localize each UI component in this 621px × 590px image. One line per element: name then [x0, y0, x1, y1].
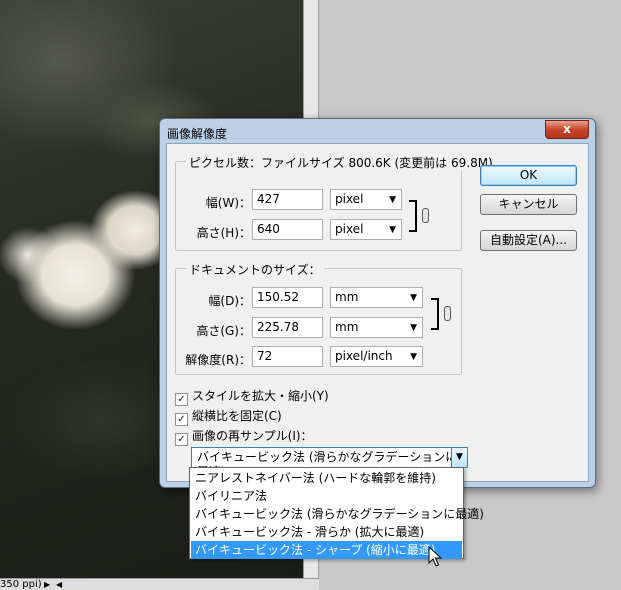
- status-bar-text: 350 ppi): [0, 579, 42, 590]
- resample-checkbox[interactable]: ✓: [175, 433, 188, 446]
- pixel-width-input[interactable]: 427: [252, 189, 323, 210]
- status-expand-arrow-icon[interactable]: ▶: [44, 579, 50, 590]
- pixel-width-unit-value: pixel: [335, 192, 364, 206]
- mouse-pointer-icon: [428, 546, 442, 567]
- document-height-unit-value: mm: [335, 320, 359, 334]
- document-width-input[interactable]: 150.52: [252, 287, 323, 308]
- document-height-unit-select[interactable]: mm ▼: [330, 317, 423, 338]
- document-height-input[interactable]: 225.78: [252, 317, 323, 338]
- scale-styles-checkbox-row[interactable]: ✓ スタイルを拡大・縮小(Y): [175, 387, 329, 406]
- resample-label: 画像の再サンプル(I)：: [192, 429, 313, 443]
- resample-checkbox-row[interactable]: ✓ 画像の再サンプル(I)：: [175, 427, 313, 446]
- chain-link-icon: [422, 208, 429, 223]
- constrain-bracket: [409, 200, 417, 232]
- resolution-unit-select[interactable]: pixel/inch ▼: [330, 346, 423, 367]
- dropdown-option-bicubic-sharper[interactable]: バイキュービック法 - シャープ (縮小に最適): [191, 541, 462, 559]
- document-width-unit-select[interactable]: mm ▼: [330, 287, 423, 308]
- scale-styles-label: スタイルを拡大・縮小(Y): [192, 389, 329, 403]
- auto-button[interactable]: 自動設定(A)...: [480, 230, 577, 251]
- image-size-dialog: 画像解像度 x ピクセル数：ファイルサイズ 800.6K (変更前は 69.8M…: [159, 118, 596, 488]
- pixel-width-unit-select[interactable]: pixel ▼: [330, 189, 402, 210]
- pixel-width-label: 幅(W)：: [205, 196, 251, 210]
- pixel-dimensions-title: ピクセル数：ファイルサイズ 800.6K (変更前は 69.8M): [186, 154, 496, 171]
- resample-method-select[interactable]: バイキュービック法 (滑らかなグラデーションに最適) ▼: [191, 447, 468, 479]
- pixel-height-unit-value: pixel: [335, 222, 364, 236]
- chevron-down-icon[interactable]: ▼: [451, 448, 467, 467]
- scroll-left-arrow-icon[interactable]: ◀: [56, 579, 62, 590]
- dropdown-option-bilinear[interactable]: バイリニア法: [191, 487, 462, 505]
- constrain-proportions-checkbox-row[interactable]: ✓ 縦横比を固定(C): [175, 407, 282, 426]
- scale-styles-checkbox[interactable]: ✓: [175, 393, 188, 406]
- chevron-down-icon: ▼: [410, 352, 417, 362]
- chevron-down-icon: ▼: [410, 293, 417, 303]
- document-size-title: ドキュメントのサイズ：: [186, 261, 324, 278]
- chevron-down-icon: ▼: [389, 225, 396, 235]
- dropdown-option-bicubic-smoother[interactable]: バイキュービック法 - 滑らか (拡大に最適): [191, 523, 462, 541]
- pixel-height-unit-select[interactable]: pixel ▼: [330, 219, 402, 240]
- chevron-down-icon: ▼: [410, 323, 417, 333]
- chain-link-icon: [444, 306, 451, 321]
- resolution-unit-value: pixel/inch: [335, 349, 393, 363]
- document-width-label: 幅(D)：: [208, 294, 251, 308]
- ok-button[interactable]: OK: [480, 165, 577, 186]
- chevron-down-icon: ▼: [389, 195, 396, 205]
- resample-method-dropdown: ニアレストネイバー法 (ハードな輪郭を維持) バイリニア法 バイキュービック法 …: [189, 467, 484, 559]
- document-height-label: 高さ(G)：: [196, 324, 251, 338]
- dialog-title: 画像解像度: [167, 127, 228, 141]
- dropdown-option-nearest[interactable]: ニアレストネイバー法 (ハードな輪郭を維持): [191, 469, 462, 487]
- resolution-label: 解像度(R)：: [185, 353, 251, 367]
- close-icon: x: [563, 122, 571, 136]
- pixel-height-input[interactable]: 640: [252, 219, 323, 240]
- dialog-body: ピクセル数：ファイルサイズ 800.6K (変更前は 69.8M) 幅(W)： …: [166, 143, 589, 482]
- constrain-bracket: [431, 298, 439, 330]
- cancel-button[interactable]: キャンセル: [480, 194, 577, 215]
- constrain-proportions-checkbox[interactable]: ✓: [175, 413, 188, 426]
- status-bar: 350 ppi) ▶ ◀: [0, 578, 319, 590]
- close-button[interactable]: x: [545, 120, 589, 139]
- resolution-input[interactable]: 72: [252, 346, 323, 367]
- document-width-unit-value: mm: [335, 290, 359, 304]
- dropdown-option-bicubic[interactable]: バイキュービック法 (滑らかなグラデーションに最適): [191, 505, 484, 523]
- pixel-height-label: 高さ(H)：: [196, 226, 251, 240]
- constrain-proportions-label: 縦横比を固定(C): [192, 409, 282, 423]
